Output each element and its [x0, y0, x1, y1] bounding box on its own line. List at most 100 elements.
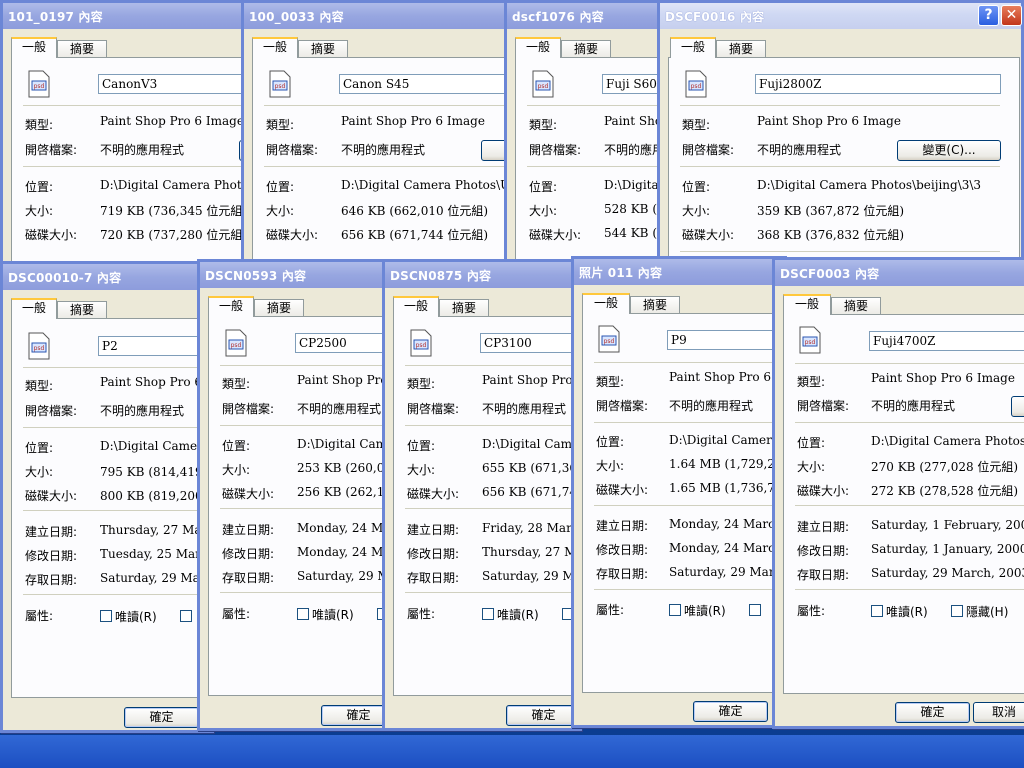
svg-text:psd: psd — [416, 342, 427, 349]
cancel-button[interactable]: 取消 — [973, 702, 1024, 723]
opens-with-label: 開啓檔案: — [25, 143, 78, 157]
tab-summary[interactable]: 摘要 — [831, 297, 881, 315]
svg-text:psd: psd — [231, 342, 242, 349]
size-label: 大小: — [266, 204, 295, 218]
divider — [23, 427, 218, 428]
tab-general[interactable]: 一般 — [11, 298, 57, 319]
tab-general[interactable]: 一般 — [670, 37, 716, 58]
properties-window-100_0033[interactable]: 100_0033 內容 一般 摘要 psd Canon S45 類型: Pain… — [241, 0, 563, 277]
properties-window-dscf0016[interactable]: DSCF0016 內容 ? ✕ 一般 摘要 psd Fuji2800Z 類型: … — [657, 0, 1024, 277]
size-label: 大小: — [797, 460, 826, 474]
opens-with-label: 開啓檔案: — [407, 402, 460, 416]
change-button[interactable]: 變更(C)... — [897, 140, 1001, 161]
created-label: 建立日期: — [222, 523, 275, 537]
svg-text:psd: psd — [275, 83, 286, 90]
location-label: 位置: — [596, 435, 625, 449]
svg-text:psd: psd — [604, 338, 615, 345]
filename-field[interactable]: Fuji2800Z — [755, 74, 1001, 94]
readonly-checkbox[interactable] — [871, 605, 883, 617]
tab-general[interactable]: 一般 — [582, 293, 630, 314]
ok-button[interactable]: 確定 — [506, 705, 581, 726]
help-icon[interactable]: ? — [978, 5, 999, 26]
taskbar[interactable] — [0, 735, 1024, 768]
tab-general[interactable]: 一般 — [252, 37, 298, 58]
svg-text:psd: psd — [805, 339, 816, 346]
size-on-disk-label: 磁碟大小: — [407, 487, 460, 501]
tab-summary[interactable]: 摘要 — [439, 299, 489, 317]
title-bar[interactable]: DSCN0593 內容 — [200, 262, 394, 288]
hidden-checkbox[interactable] — [749, 604, 761, 616]
properties-window-dscf1076[interactable]: dscf1076 內容 一般 摘要 psd Fuji S602 類型: Pain… — [504, 0, 688, 277]
change-button[interactable] — [1011, 396, 1024, 417]
tab-summary[interactable]: 摘要 — [57, 40, 107, 58]
type-value: Paint Shop Pro 6 Image — [100, 114, 244, 128]
tab-general[interactable]: 一般 — [783, 294, 831, 315]
title-bar[interactable]: 100_0033 內容 — [244, 3, 508, 29]
close-icon[interactable]: ✕ — [1001, 5, 1022, 26]
readonly-checkbox[interactable] — [100, 610, 112, 622]
tab-summary[interactable]: 摘要 — [630, 296, 680, 314]
properties-window-photo-011[interactable]: 照片 011 內容 一般 摘要 psd P9 類型: Paint Shop Pr… — [571, 256, 806, 728]
tab-summary[interactable]: 摘要 — [57, 301, 107, 319]
type-label: 類型: — [25, 118, 54, 132]
filename-field[interactable]: CanonV3 — [98, 74, 258, 94]
properties-window-dscf0003[interactable]: DSCF0003 內容 一般 摘要 psd Fuji4700Z 類型: Pain… — [772, 257, 1024, 729]
properties-window-dscn0875[interactable]: DSCN0875 內容 一般 摘要 psd CP3100 類型: Paint S… — [382, 259, 604, 731]
location-label: 位置: — [407, 439, 436, 453]
created-label: 建立日期: — [407, 523, 460, 537]
divider — [405, 365, 585, 366]
image-file-icon: psd — [269, 70, 291, 98]
size-value: 655 KB (671,363 — [482, 461, 585, 475]
size-label: 大小: — [25, 204, 54, 218]
opens-with-value: 不明的應用程式 — [482, 402, 567, 416]
divider — [680, 166, 1000, 167]
opens-with-label: 開啓檔案: — [529, 143, 582, 157]
properties-window-dsc00010-7[interactable]: DSC00010-7 內容 一般 摘要 psd P2 類型: Paint Sho… — [0, 261, 235, 733]
size-value: 646 KB (662,010 位元組) — [341, 204, 489, 218]
opens-with-label: 開啓檔案: — [25, 404, 78, 418]
location-label: 位置: — [25, 180, 54, 194]
ok-button[interactable]: 確定 — [693, 701, 768, 722]
attributes-label: 屬性: — [596, 603, 625, 617]
tab-general[interactable]: 一般 — [393, 296, 439, 317]
properties-window-dscn0593[interactable]: DSCN0593 內容 一般 摘要 psd CP2500 類型: Paint S… — [197, 259, 415, 731]
readonly-checkbox[interactable] — [669, 604, 681, 616]
ok-button[interactable]: 確定 — [124, 707, 199, 728]
image-file-icon: psd — [225, 329, 247, 357]
title-bar[interactable]: dscf1076 內容 — [507, 3, 671, 29]
tab-general[interactable]: 一般 — [515, 37, 561, 58]
divider — [23, 510, 218, 511]
title-bar[interactable]: DSCN0875 內容 — [385, 262, 579, 288]
tab-general[interactable]: 一般 — [208, 296, 254, 317]
title-bar[interactable]: 照片 011 內容 — [574, 259, 784, 285]
accessed-label: 存取日期: — [222, 571, 275, 585]
accessed-label: 存取日期: — [596, 567, 649, 581]
hidden-checkbox[interactable] — [180, 610, 192, 622]
filename-field[interactable]: P9 — [667, 330, 789, 350]
properties-window-101_0197[interactable]: 101_0197 內容 一般 摘要 psd CanonV3 類型: Paint … — [0, 0, 288, 277]
readonly-checkbox[interactable] — [297, 608, 309, 620]
tab-summary[interactable]: 摘要 — [561, 40, 611, 58]
size-label: 大小: — [596, 459, 625, 473]
divider — [795, 589, 1024, 590]
title-bar[interactable]: 101_0197 內容 — [3, 3, 249, 29]
title-bar[interactable]: DSCF0016 內容 ? ✕ — [660, 3, 1022, 29]
location-label: 位置: — [682, 180, 711, 194]
window-title: 照片 011 內容 — [579, 266, 663, 280]
title-bar[interactable]: DSCF0003 內容 — [775, 260, 1024, 286]
tab-summary[interactable]: 摘要 — [254, 299, 304, 317]
hidden-checkbox[interactable] — [951, 605, 963, 617]
filename-field[interactable]: Canon S45 — [339, 74, 519, 94]
title-bar[interactable]: DSC00010-7 內容 — [3, 264, 211, 290]
tab-summary[interactable]: 摘要 — [298, 40, 348, 58]
tab-general[interactable]: 一般 — [11, 37, 57, 58]
filename-field[interactable]: Fuji4700Z — [869, 331, 1024, 351]
size-label: 大小: — [25, 465, 54, 479]
tab-summary[interactable]: 摘要 — [716, 40, 766, 58]
readonly-checkbox[interactable] — [482, 608, 494, 620]
location-label: 位置: — [25, 441, 54, 455]
ok-button[interactable]: 確定 — [895, 702, 970, 723]
type-label: 類型: — [266, 118, 295, 132]
modified-label: 修改日期: — [797, 544, 850, 558]
readonly-label: 唯讀(R) — [497, 608, 539, 622]
